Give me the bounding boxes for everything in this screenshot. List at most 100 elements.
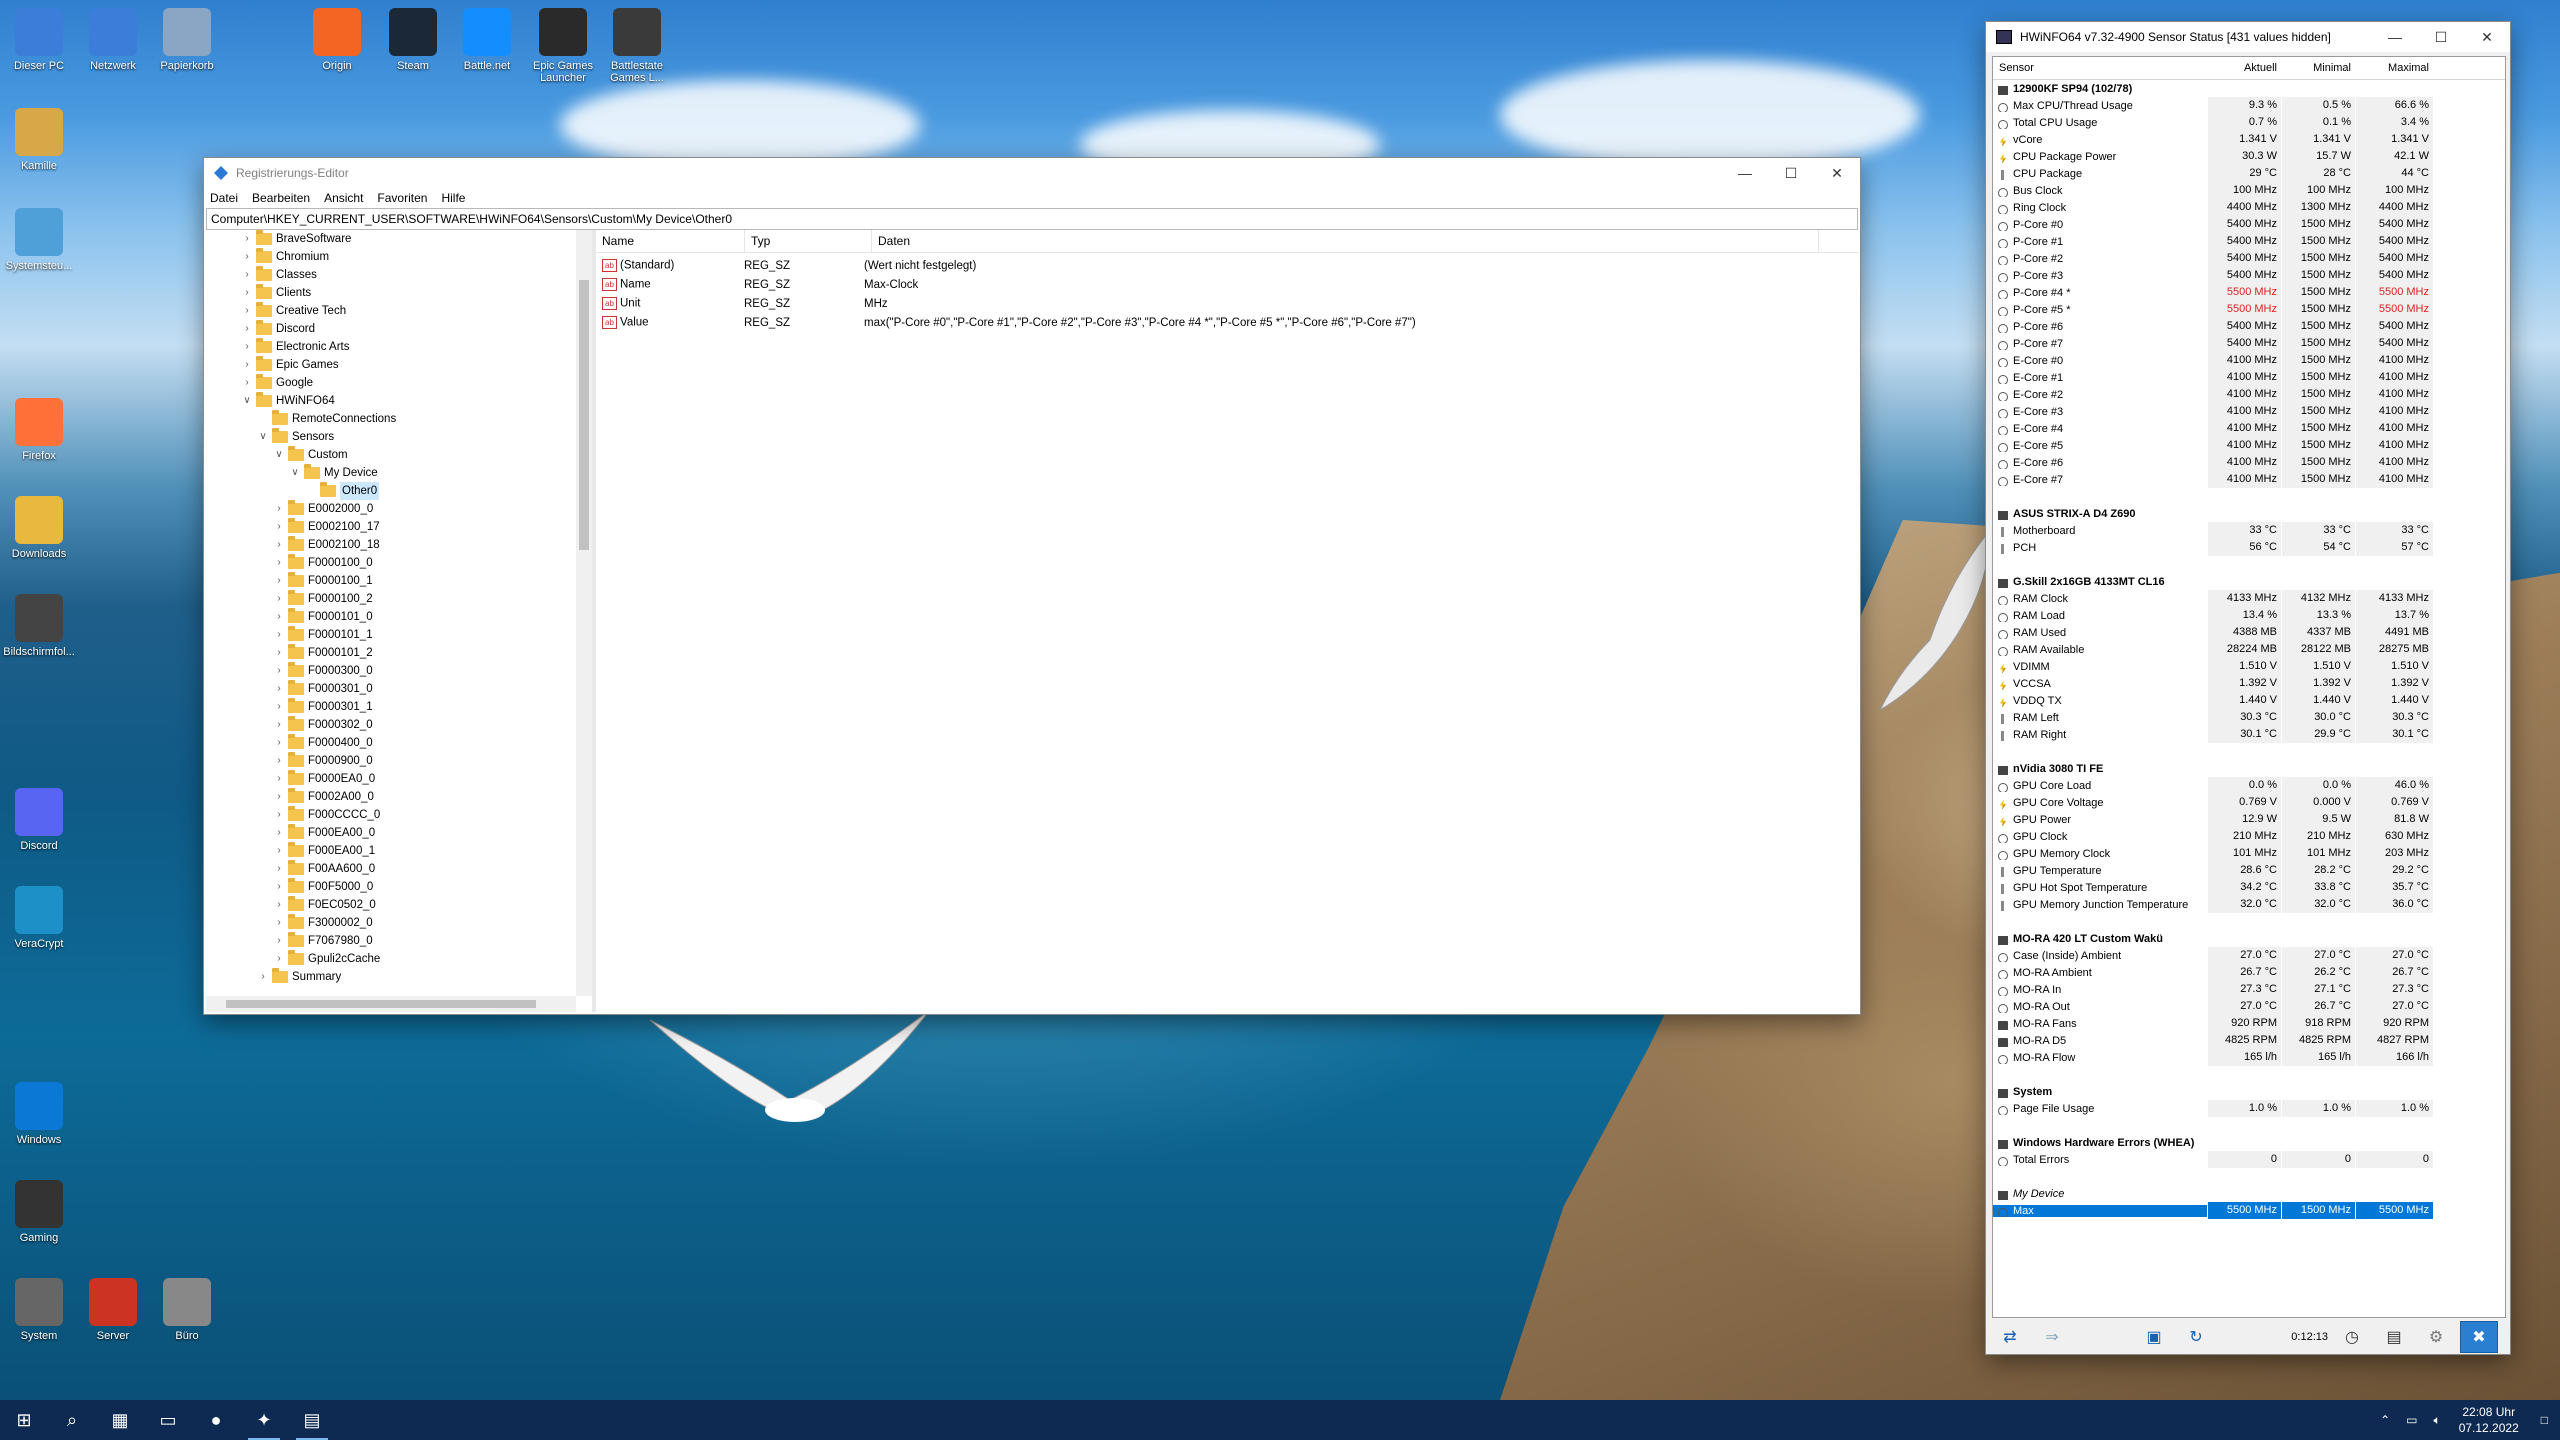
- settings-gear-icon[interactable]: ⚙: [2418, 1322, 2454, 1352]
- tree-item[interactable]: Other0: [206, 482, 576, 500]
- sensor-row[interactable]: MO-RA D5 4825 RPM 4825 RPM 4827 RPM: [1993, 1032, 2505, 1049]
- tree-vertical-scrollbar[interactable]: [576, 230, 592, 996]
- sensor-group-row[interactable]: Windows Hardware Errors (WHEA): [1993, 1134, 2505, 1151]
- desktop-icon[interactable]: Netzwerk: [76, 8, 150, 72]
- sensor-row[interactable]: Page File Usage 1.0 % 1.0 % 1.0 %: [1993, 1100, 2505, 1117]
- column-header-type[interactable]: Typ: [745, 230, 872, 252]
- sensor-group-row[interactable]: ASUS STRIX-A D4 Z690: [1993, 505, 2505, 522]
- chevron-right-icon[interactable]: ›: [274, 842, 284, 860]
- calculator-icon[interactable]: ▦: [96, 1400, 144, 1440]
- chevron-right-icon[interactable]: ›: [274, 500, 284, 518]
- tree-item[interactable]: › Classes: [206, 266, 576, 284]
- chevron-right-icon[interactable]: ›: [274, 896, 284, 914]
- chevron-right-icon[interactable]: ›: [274, 788, 284, 806]
- sensor-row[interactable]: RAM Clock 4133 MHz 4132 MHz 4133 MHz: [1993, 590, 2505, 607]
- chevron-right-icon[interactable]: ›: [274, 878, 284, 896]
- clock[interactable]: 22:08 Uhr 07.12.2022: [2459, 1404, 2519, 1436]
- tree-item[interactable]: › F7067980_0: [206, 932, 576, 950]
- menu-bearbeiten[interactable]: Bearbeiten: [252, 191, 310, 205]
- chevron-right-icon[interactable]: ›: [274, 950, 284, 968]
- menu-hilfe[interactable]: Hilfe: [441, 191, 465, 205]
- tree-item[interactable]: › Epic Games: [206, 356, 576, 374]
- sensor-row[interactable]: Ring Clock 4400 MHz 1300 MHz 4400 MHz: [1993, 199, 2505, 216]
- desktop-icon[interactable]: Systemsteu...: [2, 208, 76, 272]
- desktop-icon[interactable]: Steam: [376, 8, 450, 72]
- registry-value-row[interactable]: ab Unit REG_SZ MHz: [596, 294, 1858, 313]
- regedit-icon[interactable]: ✦: [240, 1400, 288, 1440]
- chevron-right-icon[interactable]: ›: [242, 266, 252, 284]
- chevron-right-icon[interactable]: ›: [242, 248, 252, 266]
- hwinfo-icon[interactable]: ▤: [288, 1400, 336, 1440]
- sensor-row[interactable]: VDIMM 1.510 V 1.510 V 1.510 V: [1993, 658, 2505, 675]
- chevron-right-icon[interactable]: ›: [274, 752, 284, 770]
- sensor-row[interactable]: VCCSA 1.392 V 1.392 V 1.392 V: [1993, 675, 2505, 692]
- volume-icon[interactable]: 🔈︎: [2433, 1413, 2440, 1428]
- sensor-row[interactable]: GPU Power 12.9 W 9.5 W 81.8 W: [1993, 811, 2505, 828]
- sensor-row[interactable]: MO-RA Fans 920 RPM 918 RPM 920 RPM: [1993, 1015, 2505, 1032]
- tree-item[interactable]: › F0000300_0: [206, 662, 576, 680]
- scroll-thumb[interactable]: [579, 280, 589, 550]
- tree-item[interactable]: ∨ Custom: [206, 446, 576, 464]
- sensor-group-row[interactable]: G.Skill 2x16GB 4133MT CL16: [1993, 573, 2505, 590]
- tree-item[interactable]: › E0002000_0: [206, 500, 576, 518]
- chevron-right-icon[interactable]: ›: [274, 662, 284, 680]
- chevron-right-icon[interactable]: ›: [274, 770, 284, 788]
- chevron-right-icon[interactable]: ›: [274, 518, 284, 536]
- desktop-icon[interactable]: Büro: [150, 1278, 224, 1342]
- scroll-thumb[interactable]: [226, 1000, 536, 1008]
- tree-item[interactable]: › F0000100_2: [206, 590, 576, 608]
- sensor-row[interactable]: P-Core #7 5400 MHz 1500 MHz 5400 MHz: [1993, 335, 2505, 352]
- registry-values-pane[interactable]: Name Typ Daten ab (Standard) REG_SZ (Wert n…: [596, 230, 1858, 1012]
- sensor-row[interactable]: GPU Clock 210 MHz 210 MHz 630 MHz: [1993, 828, 2505, 845]
- sensor-row[interactable]: E-Core #6 4100 MHz 1500 MHz 4100 MHz: [1993, 454, 2505, 471]
- sensor-row[interactable]: RAM Load 13.4 % 13.3 % 13.7 %: [1993, 607, 2505, 624]
- start-icon[interactable]: ⊞: [0, 1400, 48, 1440]
- tree-item[interactable]: › F0002A00_0: [206, 788, 576, 806]
- sensor-group-row[interactable]: System: [1993, 1083, 2505, 1100]
- chevron-right-icon[interactable]: ›: [274, 824, 284, 842]
- tree-item[interactable]: › F0000900_0: [206, 752, 576, 770]
- network-icon[interactable]: ▭: [2406, 1413, 2417, 1427]
- desktop-icon[interactable]: Server: [76, 1278, 150, 1342]
- sensor-row[interactable]: GPU Memory Clock 101 MHz 101 MHz 203 MHz: [1993, 845, 2505, 862]
- maximize-button[interactable]: ☐: [1768, 158, 1814, 188]
- desktop-icon[interactable]: Papierkorb: [150, 8, 224, 72]
- chevron-right-icon[interactable]: ›: [274, 626, 284, 644]
- sensor-row[interactable]: CPU Package Power 30.3 W 15.7 W 42.1 W: [1993, 148, 2505, 165]
- navigate-right-icon[interactable]: ⇒: [2034, 1322, 2070, 1352]
- desktop-icon[interactable]: Kamille: [2, 108, 76, 172]
- report-icon[interactable]: ▤: [2376, 1322, 2412, 1352]
- sensor-row[interactable]: Bus Clock 100 MHz 100 MHz 100 MHz: [1993, 182, 2505, 199]
- sensor-row[interactable]: Max CPU/Thread Usage 9.3 % 0.5 % 66.6 %: [1993, 97, 2505, 114]
- tree-item[interactable]: › F000EA00_0: [206, 824, 576, 842]
- chevron-right-icon[interactable]: ›: [242, 338, 252, 356]
- desktop-icon[interactable]: Epic Games Launcher: [526, 8, 600, 84]
- menu-favoriten[interactable]: Favoriten: [377, 191, 427, 205]
- chevron-right-icon[interactable]: ›: [274, 698, 284, 716]
- tree-item[interactable]: ∨ Sensors: [206, 428, 576, 446]
- sensor-row[interactable]: Total CPU Usage 0.7 % 0.1 % 3.4 %: [1993, 114, 2505, 131]
- chevron-down-icon[interactable]: ∨: [290, 464, 300, 482]
- menu-ansicht[interactable]: Ansicht: [324, 191, 363, 205]
- sensor-row[interactable]: P-Core #3 5400 MHz 1500 MHz 5400 MHz: [1993, 267, 2505, 284]
- tree-item[interactable]: › Discord: [206, 320, 576, 338]
- sensor-row[interactable]: P-Core #1 5400 MHz 1500 MHz 5400 MHz: [1993, 233, 2505, 250]
- chevron-right-icon[interactable]: ›: [274, 680, 284, 698]
- sensor-row[interactable]: MO-RA Out 27.0 °C 26.7 °C 27.0 °C: [1993, 998, 2505, 1015]
- chevron-right-icon[interactable]: ›: [274, 932, 284, 950]
- tree-item[interactable]: › F0000101_2: [206, 644, 576, 662]
- tree-item[interactable]: › Gpuli2cCache: [206, 950, 576, 968]
- tree-item[interactable]: › F00F5000_0: [206, 878, 576, 896]
- column-header-minimum[interactable]: Minimal: [2281, 57, 2355, 79]
- sensor-row[interactable]: vCore 1.341 V 1.341 V 1.341 V: [1993, 131, 2505, 148]
- tree-item[interactable]: ∨ My Device: [206, 464, 576, 482]
- sensor-row[interactable]: Max 5500 MHz 1500 MHz 5500 MHz: [1993, 1202, 2505, 1219]
- tree-item[interactable]: › Summary: [206, 968, 576, 986]
- tree-item[interactable]: › Creative Tech: [206, 302, 576, 320]
- registry-value-row[interactable]: ab (Standard) REG_SZ (Wert nicht festgelegt…: [596, 256, 1858, 275]
- sensor-row[interactable]: E-Core #2 4100 MHz 1500 MHz 4100 MHz: [1993, 386, 2505, 403]
- registry-value-row[interactable]: ab Value REG_SZ max("P-Core #0","P-Core #1"…: [596, 313, 1858, 332]
- hwinfo-titlebar[interactable]: HWiNFO64 v7.32-4900 Sensor Status [431 v…: [1986, 22, 2510, 52]
- sensor-row[interactable]: E-Core #4 4100 MHz 1500 MHz 4100 MHz: [1993, 420, 2505, 437]
- chevron-right-icon[interactable]: ›: [242, 302, 252, 320]
